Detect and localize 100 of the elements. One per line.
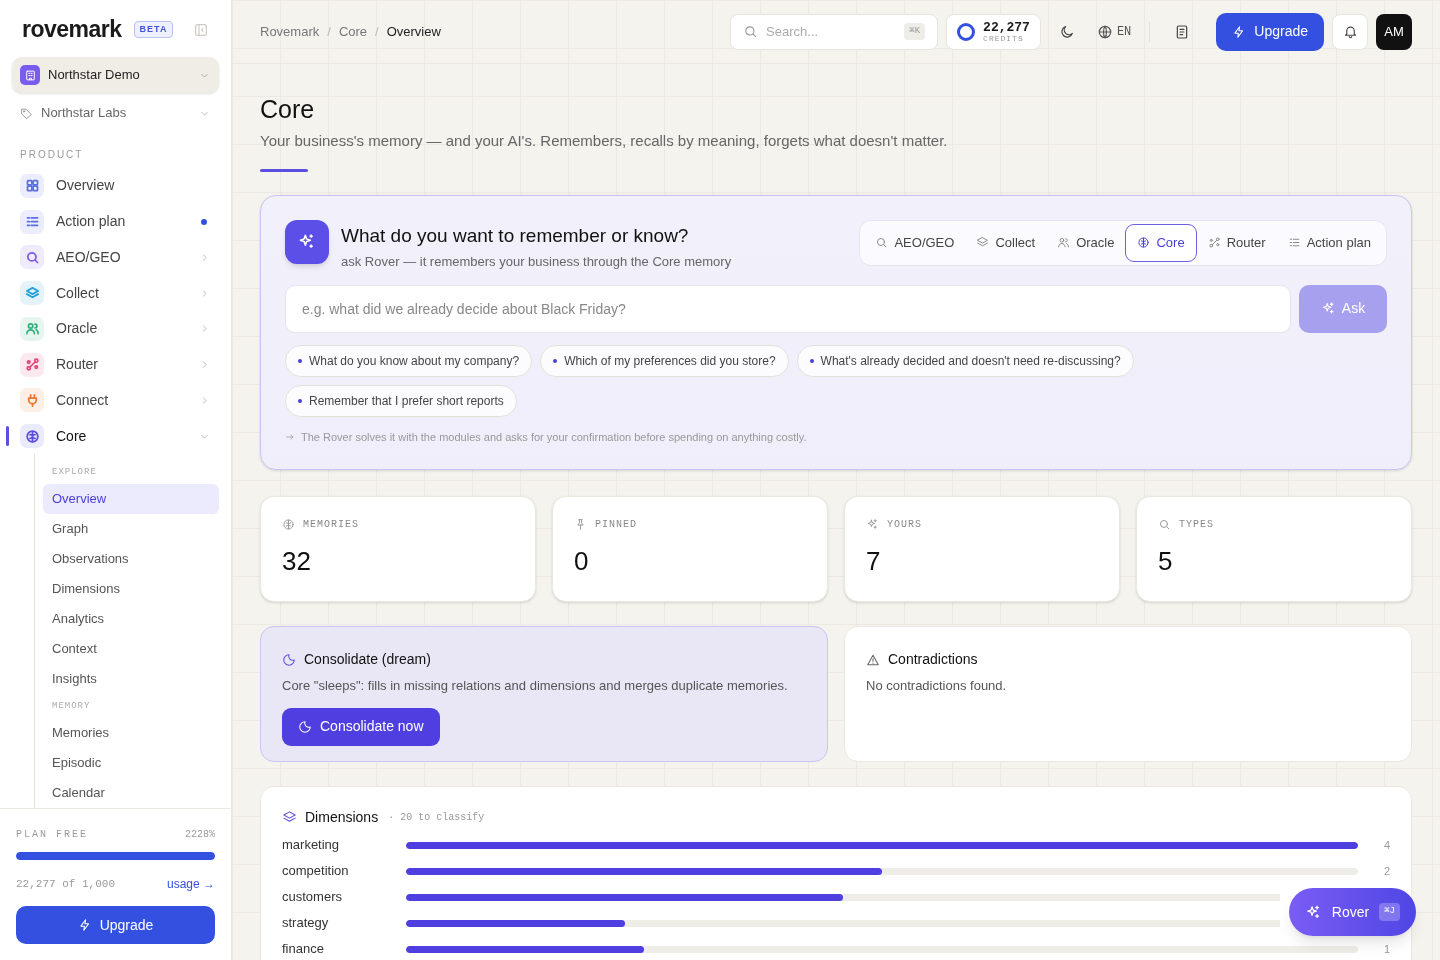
hint-text: The Rover solves it with the modules and asks for your confirmation before spending on anything costly.: [301, 429, 807, 445]
nav-item[interactable]: Action plan: [20, 209, 211, 234]
sparkle-icon: [285, 219, 329, 264]
moon-icon: [1058, 23, 1075, 40]
subnav-item[interactable]: Episodic: [43, 748, 219, 778]
pin-icon: [574, 518, 587, 531]
layers-icon: [976, 236, 990, 249]
layers-icon: [282, 810, 297, 825]
globe-icon: [1096, 23, 1113, 40]
warning-icon: [866, 652, 880, 667]
dimension-label: marketing: [282, 836, 341, 855]
stat-value: 5: [1158, 545, 1174, 578]
brain-icon: [1137, 236, 1151, 249]
tag-icon: [20, 106, 33, 120]
credits-label: CREDITS: [983, 34, 1025, 43]
people-icon: [1057, 236, 1071, 249]
search-icon: [743, 24, 759, 39]
subnav-item[interactable]: Observations: [43, 544, 219, 574]
search-icon: [1158, 518, 1171, 531]
usage-link[interactable]: usage →: [166, 875, 215, 893]
moon-icon: [298, 719, 312, 734]
shortcut-hint: ⌘J: [1379, 903, 1400, 921]
card-text: Core "sleeps": fills in missing relations and dimensions and merges duplicate memories.: [282, 677, 789, 695]
stat-label: YOURS: [887, 518, 922, 532]
card-text: No contradictions found.: [866, 677, 1008, 695]
dimension-count: 4: [1382, 837, 1390, 853]
dimension-label: competition: [282, 862, 350, 881]
ask-title: What do you want to remember or know?: [341, 223, 690, 248]
subnav-item[interactable]: Calendar: [43, 778, 219, 808]
stat-value: 32: [282, 545, 312, 578]
section-heading: PRODUCT: [19, 148, 85, 162]
sparkle-icon: [1304, 903, 1322, 921]
notifications-button[interactable]: [1332, 13, 1368, 50]
moon-icon: [282, 652, 296, 667]
language-button[interactable]: EN: [1092, 13, 1136, 50]
sparkle-icon: [1320, 301, 1336, 316]
credits-count: 22,277: [983, 20, 1030, 34]
arrow-right-icon: [285, 431, 295, 442]
card-title: Contradictions: [888, 650, 978, 669]
page-title: Core: [260, 94, 316, 124]
nav-item[interactable]: Core: [20, 424, 211, 449]
subnav-item[interactable]: Overview: [43, 484, 219, 514]
page-subtitle: Your business's memory — and your AI's. Remembers, recalls by meaning, forgets what doesn't matter.: [260, 131, 949, 151]
bell-icon: [1342, 24, 1358, 39]
nav-item[interactable]: Oracle: [20, 316, 211, 341]
breadcrumb-link[interactable]: Rovemark: [260, 21, 320, 42]
stat-value: 0: [574, 545, 590, 578]
classify-note: · 20 to classify: [388, 811, 485, 825]
subnav-item[interactable]: Graph: [43, 514, 219, 544]
section-heading: MEMORY: [51, 700, 92, 714]
subnav-item[interactable]: Memories: [43, 718, 219, 748]
nodes-icon: [1207, 236, 1221, 249]
avatar-button[interactable]: AM: [1376, 13, 1412, 50]
brain-icon: [282, 518, 295, 531]
subnav-item[interactable]: Analytics: [43, 604, 219, 634]
lightning-icon: [77, 918, 92, 932]
usage-count: 22,277 of 1,000: [16, 876, 116, 892]
nav-item[interactable]: Connect: [20, 388, 211, 413]
beta-badge: BETA: [133, 20, 174, 39]
dimension-label: finance: [282, 940, 325, 959]
breadcrumb-separator: /: [327, 22, 331, 41]
plan-label: PLAN FREE: [16, 828, 88, 842]
breadcrumb-separator: /: [375, 22, 379, 41]
card-title: Consolidate (dream): [304, 650, 431, 669]
building-icon: [20, 65, 40, 85]
dimension-label: strategy: [282, 914, 330, 933]
stat-value: 7: [866, 545, 882, 578]
section-heading: EXPLORE: [51, 466, 98, 480]
shortcut-hint: ⌘K: [904, 22, 926, 41]
upgrade-button[interactable]: Upgrade: [16, 906, 215, 944]
card-title: Dimensions: [305, 808, 379, 827]
checklist-icon: [1287, 236, 1301, 249]
workspace-switcher[interactable]: Northstar Demo: [12, 57, 219, 93]
active-indicator: [6, 426, 9, 447]
nav-item[interactable]: Collect: [20, 281, 211, 306]
brand-logo: rovemark: [22, 18, 122, 41]
subnav-item[interactable]: Context: [43, 634, 219, 664]
subnav-item[interactable]: Insights: [43, 664, 219, 694]
stat-label: PINNED: [595, 518, 637, 532]
upgrade-button[interactable]: Upgrade: [1216, 12, 1324, 51]
breadcrumb-link[interactable]: Overview: [386, 21, 441, 42]
usage-percent: 2228%: [185, 828, 215, 842]
nav-item[interactable]: Overview: [20, 173, 211, 198]
nav-item[interactable]: AEO/GEO: [20, 245, 211, 270]
ask-subtitle: ask Rover — it remembers your business through the Core memory: [341, 253, 732, 271]
accent-bar: [260, 168, 308, 172]
rover-button[interactable]: Rover ⌘J: [1288, 888, 1416, 936]
sparkle-icon: [866, 518, 879, 531]
nav-item[interactable]: Router: [20, 352, 211, 377]
search-input[interactable]: Search...: [766, 21, 897, 42]
breadcrumb-link[interactable]: Core: [338, 21, 368, 42]
dimension-count: 1: [1382, 941, 1390, 957]
consolidate-button[interactable]: Consolidate now: [282, 707, 440, 746]
dimension-count: 2: [1382, 863, 1390, 879]
organization-switcher[interactable]: Northstar Labs: [12, 97, 219, 129]
search-icon: [875, 236, 889, 249]
subnav-item[interactable]: Dimensions: [43, 574, 219, 604]
ring-icon: [957, 22, 976, 41]
stat-label: MEMORIES: [303, 518, 359, 532]
stat-label: TYPES: [1179, 518, 1214, 532]
